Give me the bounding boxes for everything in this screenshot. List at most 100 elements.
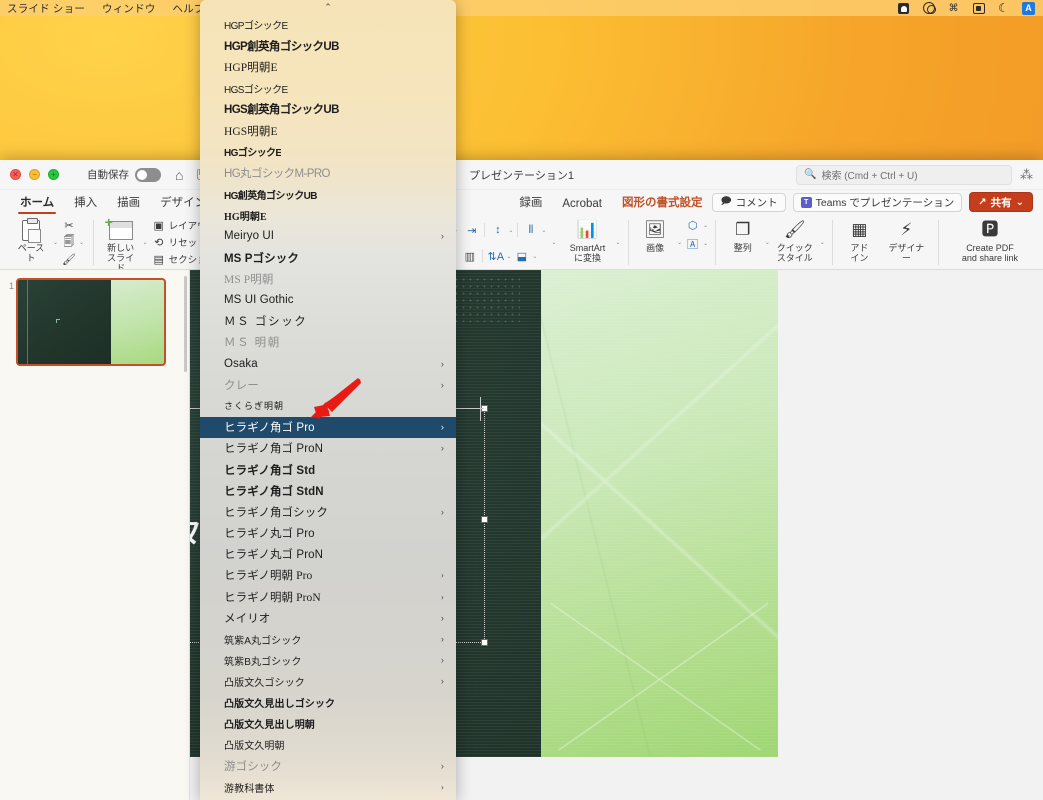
font-menu-item[interactable]: ヒラギノ角ゴ Std — [200, 459, 456, 480]
submenu-chevron-right-icon[interactable]: › — [441, 613, 444, 623]
align-text-icon[interactable]: ⬓ — [513, 249, 530, 264]
share-button[interactable]: ↗ 共有 ⌄ — [969, 192, 1033, 212]
font-menu-item[interactable]: メイリオ › — [200, 607, 456, 628]
present-in-teams-button[interactable]: T Teams でプレゼンテーション — [792, 192, 963, 212]
font-menu-item[interactable]: Meiryo UI › — [200, 226, 456, 247]
submenu-chevron-right-icon[interactable]: › — [441, 676, 444, 686]
submenu-chevron-right-icon[interactable]: › — [441, 782, 444, 792]
home-icon[interactable]: ⌂ — [175, 168, 183, 182]
justify-icon[interactable]: ▥ — [461, 249, 478, 264]
font-menu-item[interactable]: HG創英角ゴシックUB — [200, 184, 456, 205]
new-slide-chevron-down-icon[interactable]: ⌄ — [143, 239, 148, 246]
paste-chevron-down-icon[interactable]: ⌄ — [53, 239, 58, 246]
submenu-chevron-right-icon[interactable]: › — [441, 592, 444, 602]
font-menu-item[interactable]: ヒラギノ明朝 ProN › — [200, 586, 456, 607]
arrange-button[interactable]: ❐ 整列 — [723, 216, 763, 255]
columns-icon[interactable]: ⫴ — [522, 223, 539, 238]
font-menu-item[interactable]: 凸版文久ゴシック › — [200, 671, 456, 692]
quick-styles-chevron-down-icon[interactable]: ⌄ — [820, 239, 825, 246]
text-box-icon[interactable]: 🄰 — [684, 236, 701, 251]
font-menu-item[interactable]: ヒラギノ角ゴシック › — [200, 501, 456, 522]
autosave-toggle[interactable] — [135, 167, 161, 182]
designer-button[interactable]: ⚡ デザイナー — [881, 216, 931, 265]
font-menu-item[interactable]: HG丸ゴシックM-PRO — [200, 162, 456, 183]
tab-insert[interactable]: 挿入 — [64, 194, 107, 214]
submenu-chevron-right-icon[interactable]: › — [441, 634, 444, 644]
comment-button[interactable]: 🗩 コメント — [712, 192, 786, 212]
screenshot-icon[interactable] — [972, 2, 985, 14]
app-stack-icon[interactable] — [897, 2, 910, 14]
submenu-chevron-right-icon[interactable]: › — [441, 359, 444, 369]
minimize-button[interactable]: − — [29, 169, 40, 180]
submenu-chevron-right-icon[interactable]: › — [441, 655, 444, 665]
submenu-chevron-right-icon[interactable]: › — [441, 507, 444, 517]
font-menu-item[interactable]: HGS明朝E — [200, 120, 456, 141]
font-menu-item[interactable]: HGPゴシックE — [200, 14, 456, 35]
resize-handle-bottom-right[interactable] — [481, 639, 488, 646]
paste-button[interactable]: ペースト — [11, 216, 51, 265]
add-ins-button[interactable]: ▦ アド イン — [839, 216, 879, 265]
thumbnail-scrollbar[interactable] — [184, 276, 187, 372]
font-menu-item[interactable]: ＭＳ ゴシック — [200, 311, 456, 332]
text-direction-icon[interactable]: ⇅A — [487, 249, 505, 264]
tab-home[interactable]: ホーム — [10, 194, 64, 214]
smartart-chevron-down-icon[interactable]: ⌄ — [615, 239, 620, 246]
font-menu-item[interactable]: 凸版文久見出しゴシック — [200, 692, 456, 713]
tab-record[interactable]: 録画 — [509, 194, 552, 214]
font-menu-item[interactable]: ヒラギノ明朝 Pro › — [200, 565, 456, 586]
tab-draw[interactable]: 描画 — [107, 194, 150, 214]
font-menu-item[interactable]: HG明朝E — [200, 205, 456, 226]
tab-acrobat[interactable]: Acrobat — [552, 198, 612, 214]
submenu-chevron-right-icon[interactable]: › — [441, 231, 444, 241]
create-pdf-button[interactable]: 🅿 Create PDF and share link — [946, 216, 1034, 265]
font-menu-item[interactable]: HGゴシックE — [200, 141, 456, 162]
submenu-chevron-right-icon[interactable]: › — [441, 761, 444, 771]
input-source-icon[interactable]: A — [1022, 1, 1035, 15]
font-menu-item[interactable]: ヒラギノ角ゴ StdN — [200, 480, 456, 501]
font-menu-item[interactable]: HGP明朝E — [200, 56, 456, 77]
font-menu-item[interactable]: 凸版文久見出し明朝 — [200, 713, 456, 734]
autosave-control[interactable]: 自動保存 — [87, 167, 161, 182]
close-button[interactable]: ✕ — [10, 169, 21, 180]
submenu-chevron-right-icon[interactable]: › — [441, 422, 444, 432]
menu-slideshow[interactable]: スライド ショー — [7, 1, 85, 16]
resize-handle-middle-right[interactable] — [481, 516, 488, 524]
font-menu-item[interactable]: HGSゴシックE — [200, 78, 456, 99]
arrange-chevron-down-icon[interactable]: ⌄ — [765, 239, 770, 246]
search-input[interactable]: 🔍 検索 (Cmd + Ctrl + U) — [796, 164, 1012, 185]
do-not-disturb-moon-icon[interactable]: ☾ — [997, 2, 1010, 14]
font-menu-item[interactable]: 筑紫B丸ゴシック › — [200, 650, 456, 671]
submenu-chevron-right-icon[interactable]: › — [441, 443, 444, 453]
font-menu-item[interactable]: MS UI Gothic — [200, 289, 456, 310]
creative-cloud-icon[interactable] — [922, 2, 936, 14]
tab-shape-format[interactable]: 図形の書式設定 — [612, 194, 713, 214]
increase-indent-icon[interactable]: ⇥ — [463, 223, 480, 238]
font-menu-item[interactable]: HGS創英角ゴシックUB — [200, 99, 456, 120]
share-link-icon[interactable]: ⁂ — [1020, 167, 1033, 183]
submenu-chevron-right-icon[interactable]: › — [441, 570, 444, 580]
font-menu-item[interactable]: ヒラギノ角ゴ ProN › — [200, 438, 456, 459]
submenu-chevron-right-icon[interactable]: › — [441, 380, 444, 390]
copy-button[interactable]: 🗐 ⌄ — [60, 234, 86, 250]
shapes-icon[interactable]: ⬡ — [684, 218, 701, 233]
picture-chevron-down-icon[interactable]: ⌄ — [677, 239, 682, 246]
picture-button[interactable]: 🖼 画像 — [635, 216, 675, 255]
slide-thumbnail-1[interactable] — [16, 278, 166, 366]
convert-smartart-button[interactable]: 📊 SmartArt に変換 — [561, 216, 613, 265]
font-menu-item[interactable]: ヒラギノ丸ゴ Pro — [200, 523, 456, 544]
slide-thumbnail-pane[interactable]: 1 — [0, 270, 190, 800]
new-slide-button[interactable]: 新しい スライド — [101, 215, 141, 270]
line-spacing-icon[interactable]: ↕ — [489, 223, 506, 238]
font-menu-item[interactable]: HGP創英角ゴシックUB — [200, 35, 456, 56]
font-menu-item[interactable]: 游教科書体 › — [200, 777, 456, 798]
format-painter-button[interactable]: 🖌 — [60, 251, 86, 267]
font-menu-item[interactable]: 筑紫A丸ゴシック › — [200, 628, 456, 649]
command-icon[interactable]: ⌘ — [947, 2, 960, 14]
quick-styles-button[interactable]: 🖌 クイック スタイル — [772, 216, 818, 265]
menu-scroll-up-icon[interactable]: ⌃ — [200, 0, 456, 14]
font-menu-item[interactable]: MS P明朝 — [200, 268, 456, 289]
font-menu-item[interactable]: ヒラギノ丸ゴ ProN — [200, 544, 456, 565]
font-menu-item[interactable]: 凸版文久明朝 — [200, 734, 456, 755]
font-menu-item[interactable]: 游ゴシック › — [200, 756, 456, 777]
font-menu-item[interactable]: ＭＳ 明朝 — [200, 332, 456, 353]
